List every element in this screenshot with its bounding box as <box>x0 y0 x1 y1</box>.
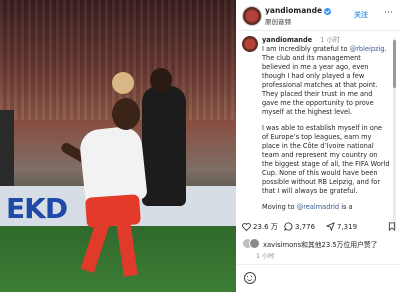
mention-link[interactable]: @realmadrid <box>297 203 339 211</box>
share-count: 7,319 <box>337 222 358 231</box>
heart-icon <box>242 223 251 231</box>
opponent-player <box>142 86 186 206</box>
comment-icon <box>284 222 293 231</box>
caption-text: is a <box>339 203 353 211</box>
caption-username[interactable]: yandiomande <box>262 36 312 44</box>
comment-button[interactable]: 3,776 <box>284 222 315 231</box>
celebrating-player-shorts <box>85 194 141 228</box>
emoji-icon[interactable] <box>244 272 256 284</box>
caption-scrollbar-thumb[interactable] <box>393 40 396 88</box>
post-caption: yandiomande 1 小时 I am incredibly gratefu… <box>242 34 392 230</box>
share-button[interactable]: 7,319 <box>326 222 357 231</box>
caption-time: 1 小时 <box>320 36 340 44</box>
caption-body: yandiomande 1 小时 I am incredibly gratefu… <box>262 36 390 219</box>
mention-link[interactable]: @rbleipzig <box>350 45 385 53</box>
caption-text: Moving to <box>262 203 297 211</box>
save-button[interactable] <box>388 222 398 231</box>
like-button[interactable]: 23.6 万 <box>242 222 278 232</box>
caption-avatar[interactable] <box>242 36 258 52</box>
caption-paragraph: I was able to establish myself in one of… <box>262 124 390 195</box>
celebrating-player-head <box>112 98 140 130</box>
header-username[interactable]: yandiomande <box>265 6 332 15</box>
ad-board-text: EKD <box>6 192 68 225</box>
action-bar: 23.6 万 3,776 7,319 <box>242 222 398 234</box>
verified-badge-icon <box>324 7 332 15</box>
liked-by-row[interactable]: xavisimons和其他23.5万位用户赞了 <box>242 238 377 249</box>
caption-text: . The club and its management believed i… <box>262 45 387 116</box>
liked-by-text: xavisimons和其他23.5万位用户赞了 <box>263 240 378 249</box>
avatar[interactable] <box>242 6 262 26</box>
like-count: 23.6 万 <box>253 223 278 231</box>
comment-input-bar[interactable] <box>236 264 400 293</box>
more-options-icon[interactable]: ⋯ <box>384 8 393 18</box>
audio-label[interactable]: 原创音频 <box>265 16 291 26</box>
celebrating-player-shirt <box>78 124 148 206</box>
post-header: yandiomande 原创音频 关注 ⋯ <box>236 0 400 31</box>
post-time: 1 小时 <box>256 253 275 260</box>
caption-paragraph: yandiomande 1 小时 I am incredibly gratefu… <box>262 36 390 117</box>
caption-text: I am incredibly grateful to <box>262 45 350 53</box>
header-username-text[interactable]: yandiomande <box>265 6 322 15</box>
post-photo[interactable]: EKD <box>0 0 236 292</box>
caption-paragraph: Moving to @realmadrid is a <box>262 203 390 212</box>
comment-count: 3,776 <box>295 222 316 231</box>
liker-avatar <box>249 238 260 249</box>
teammate-head <box>112 72 134 94</box>
opponent-player-head <box>150 68 172 92</box>
share-icon <box>326 222 335 231</box>
bookmark-icon <box>388 222 396 231</box>
follow-button[interactable]: 关注 <box>354 10 368 20</box>
